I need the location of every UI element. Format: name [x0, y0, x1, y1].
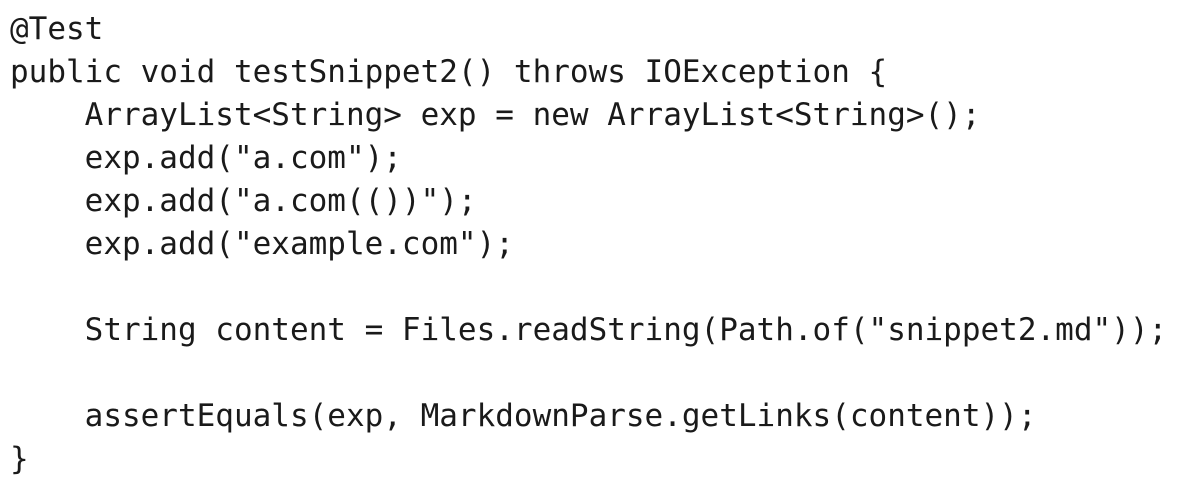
- code-line-annotation: @Test: [10, 11, 104, 47]
- code-line-read-file: String content = Files.readString(Path.o…: [10, 312, 1168, 348]
- code-line-add-3: exp.add("example.com");: [10, 226, 514, 262]
- code-line-method-signature: public void testSnippet2() throws IOExce…: [10, 54, 888, 90]
- code-line-add-1: exp.add("a.com");: [10, 140, 402, 176]
- code-line-assert: assertEquals(exp, MarkdownParse.getLinks…: [10, 398, 1037, 434]
- code-line-blank-2: [10, 352, 1202, 395]
- code-line-list-declaration: ArrayList<String> exp = new ArrayList<St…: [10, 97, 981, 133]
- code-line-blank-1: [10, 266, 1202, 309]
- code-snippet: @Test public void testSnippet2() throws …: [0, 0, 1202, 491]
- code-line-add-2: exp.add("a.com(())");: [10, 183, 477, 219]
- code-line-closing-brace: }: [10, 441, 29, 477]
